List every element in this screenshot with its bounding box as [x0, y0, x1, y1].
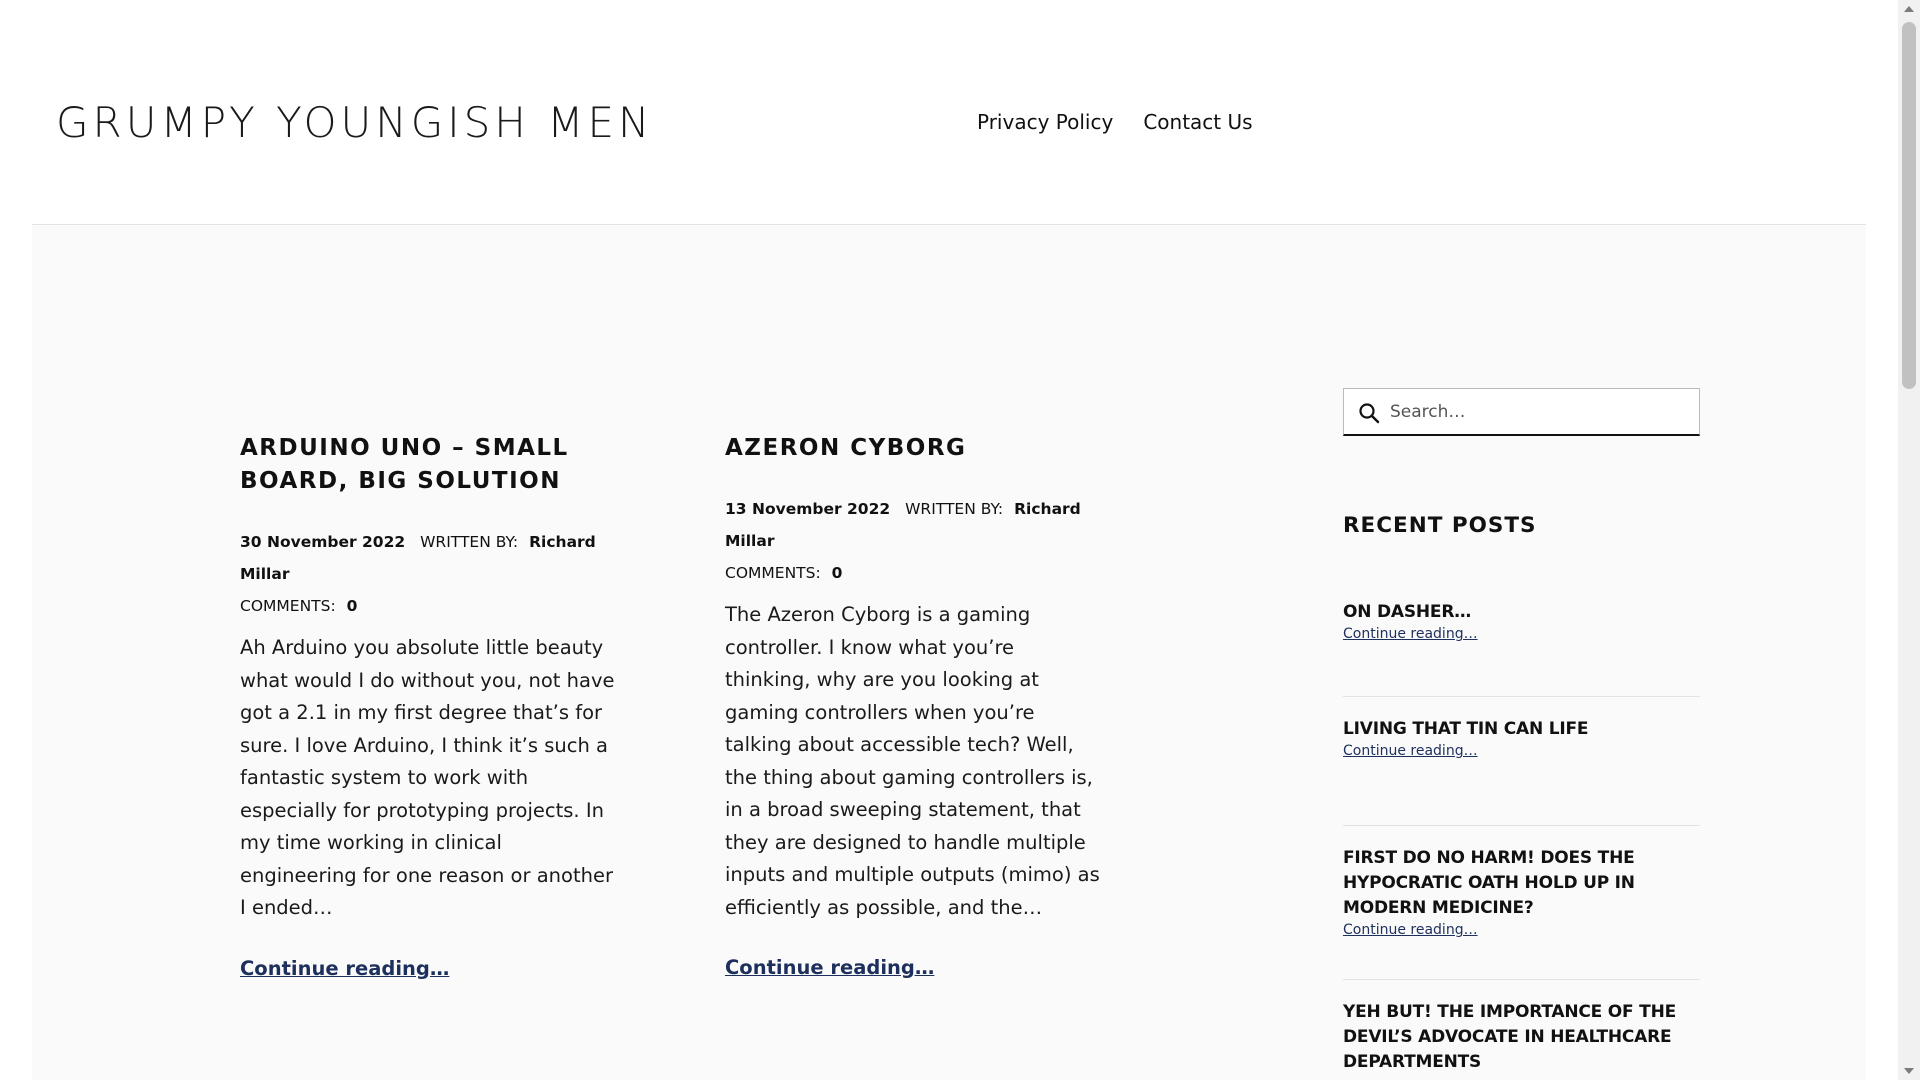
comments-count[interactable]: 0 — [347, 597, 358, 615]
scroll-thumb[interactable] — [1902, 22, 1916, 389]
recent-post-continue-link[interactable]: Continue reading… — [1343, 922, 1478, 938]
recent-post-continue-link[interactable]: Continue reading… — [1343, 626, 1478, 642]
recent-post-item: ON DASHER… Continue reading… — [1343, 600, 1700, 697]
continue-reading-link[interactable]: Continue reading… — [240, 957, 449, 980]
post-title[interactable]: ARDUINO UNO – SMALL BOARD, BIG SOLUTION — [240, 432, 620, 498]
nav-item-contact-us[interactable]: Contact Us — [1143, 110, 1252, 134]
post-meta: 30 November 2022 WRITTEN BY: Richard Mil… — [240, 526, 620, 622]
post-card: AZERON CYBORG 13 November 2022 WRITTEN B… — [725, 432, 1105, 979]
comments-count[interactable]: 0 — [832, 564, 843, 582]
recent-post-item: LIVING THAT TIN CAN LIFE Continue readin… — [1343, 697, 1700, 826]
comments-label: COMMENTS: — [240, 597, 336, 615]
scroll-up-icon[interactable] — [1904, 6, 1914, 12]
recent-post-title[interactable]: FIRST DO NO HARM! DOES THE HYPOCRATIC OA… — [1343, 846, 1700, 921]
recent-post-title[interactable]: LIVING THAT TIN CAN LIFE — [1343, 717, 1700, 742]
written-by-label: WRITTEN BY: — [905, 500, 1004, 518]
recent-posts-list: ON DASHER… Continue reading… LIVING THAT… — [1343, 600, 1700, 1075]
post-title[interactable]: AZERON CYBORG — [725, 432, 1105, 465]
recent-post-title[interactable]: ON DASHER… — [1343, 600, 1700, 625]
post-excerpt: The Azeron Cyborg is a gaming controller… — [725, 603, 1100, 919]
recent-posts-title: RECENT POSTS — [1343, 513, 1537, 538]
site-title[interactable]: GRUMPY YOUNGISH MEN — [56, 98, 653, 147]
site-header: GRUMPY YOUNGISH MEN Privacy Policy Conta… — [0, 0, 1898, 225]
page-scrollbar[interactable] — [1898, 0, 1920, 1080]
written-by-label: WRITTEN BY: — [420, 533, 519, 551]
main-nav: Privacy Policy Contact Us — [977, 110, 1253, 134]
recent-post-item: FIRST DO NO HARM! DOES THE HYPOCRATIC OA… — [1343, 826, 1700, 980]
page: GRUMPY YOUNGISH MEN Privacy Policy Conta… — [0, 0, 1920, 1080]
continue-reading-link[interactable]: Continue reading… — [725, 956, 934, 979]
nav-item-privacy-policy[interactable]: Privacy Policy — [977, 110, 1113, 134]
post-card: ARDUINO UNO – SMALL BOARD, BIG SOLUTION … — [240, 432, 620, 980]
post-meta: 13 November 2022 WRITTEN BY: Richard Mil… — [725, 493, 1105, 589]
post-date[interactable]: 13 November 2022 — [725, 500, 890, 518]
search-input[interactable] — [1390, 389, 1690, 434]
sidebar: RECENT POSTS ON DASHER… Continue reading… — [1343, 388, 1700, 1075]
search-box — [1343, 388, 1700, 436]
recent-post-item: YEH BUT! THE IMPORTANCE OF THE DEVIL’S A… — [1343, 980, 1700, 1075]
scroll-down-icon[interactable] — [1904, 1068, 1914, 1074]
post-date[interactable]: 30 November 2022 — [240, 533, 405, 551]
recent-post-title[interactable]: YEH BUT! THE IMPORTANCE OF THE DEVIL’S A… — [1343, 1000, 1700, 1075]
comments-label: COMMENTS: — [725, 564, 821, 582]
search-icon[interactable] — [1357, 401, 1381, 425]
recent-post-continue-link[interactable]: Continue reading… — [1343, 743, 1478, 759]
post-excerpt: Ah Arduino you absolute little beauty wh… — [240, 636, 615, 919]
